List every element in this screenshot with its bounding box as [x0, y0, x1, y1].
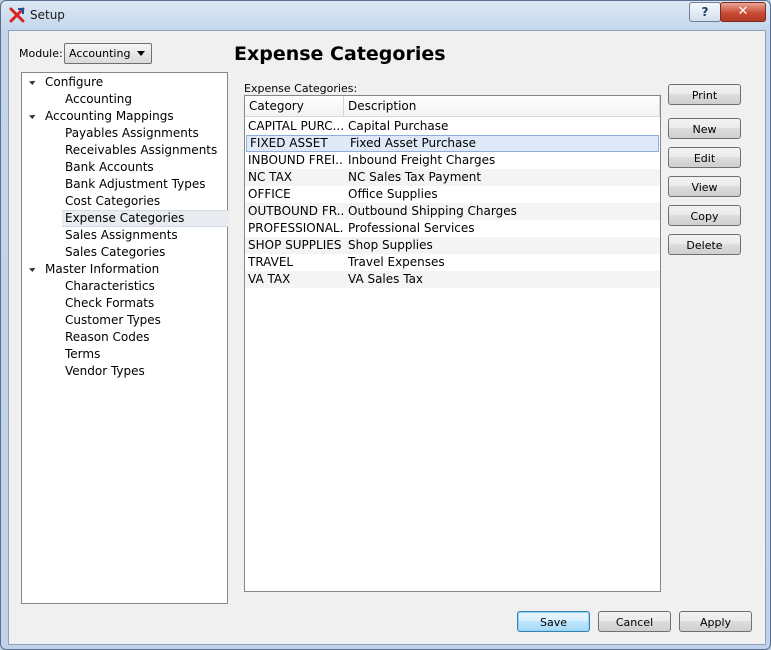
tree-item[interactable]: Sales Categories: [65, 244, 165, 261]
expand-arrow-icon[interactable]: [28, 264, 37, 273]
tree-item[interactable]: Payables Assignments: [65, 125, 199, 142]
category-cell: FIXED ASSET: [250, 136, 328, 150]
table-row[interactable]: NC TAX NC Sales Tax Payment: [245, 169, 660, 186]
table-row[interactable]: INBOUND FREI... Inbound Freight Charges: [245, 152, 660, 169]
table-row[interactable]: TRAVEL Travel Expenses: [245, 254, 660, 271]
cancel-button[interactable]: Cancel: [598, 611, 671, 632]
setup-tree[interactable]: Configure Accounting Accounting Mappings Pa…: [21, 72, 229, 604]
setup-window: Setup ? ✕ Module: Accounting Configure Ac…: [0, 0, 771, 650]
category-cell: INBOUND FREI...: [248, 153, 344, 167]
description-cell: VA Sales Tax: [348, 272, 424, 286]
category-cell: CAPITAL PURC...: [248, 119, 344, 133]
tree-item[interactable]: Bank Adjustment Types: [65, 176, 205, 193]
description-cell: Shop Supplies: [348, 238, 433, 252]
apply-button[interactable]: Apply: [679, 611, 752, 632]
description-cell: Outbound Shipping Charges: [348, 204, 517, 218]
tree-item[interactable]: Bank Accounts: [65, 159, 154, 176]
edit-button[interactable]: Edit: [668, 147, 741, 168]
help-button[interactable]: ?: [689, 2, 721, 22]
description-cell: Travel Expenses: [348, 255, 445, 269]
list-caption: Expense Categories:: [244, 82, 358, 95]
tree-group[interactable]: Master Information: [45, 261, 159, 278]
tree-item[interactable]: Check Formats: [65, 295, 154, 312]
description-cell: NC Sales Tax Payment: [348, 170, 482, 184]
category-cell: OUTBOUND FR...: [248, 204, 344, 218]
tree-item[interactable]: Characteristics: [65, 278, 155, 295]
expand-arrow-icon[interactable]: [28, 111, 37, 120]
table-row[interactable]: VA TAX VA Sales Tax: [245, 271, 660, 288]
copy-button[interactable]: Copy: [668, 205, 741, 226]
tree-item[interactable]: Sales Assignments: [65, 227, 178, 244]
new-button[interactable]: New: [668, 118, 741, 139]
print-button[interactable]: Print: [668, 84, 741, 105]
description-cell: Inbound Freight Charges: [348, 153, 496, 167]
column-header-category[interactable]: Category: [245, 96, 344, 117]
category-cell: SHOP SUPPLIES: [248, 238, 342, 252]
app-logo-icon: [9, 7, 25, 23]
module-select-value: Accounting: [69, 47, 131, 60]
close-button[interactable]: ✕: [720, 2, 766, 22]
tree-item[interactable]: Reason Codes: [65, 329, 150, 346]
column-header-description[interactable]: Description: [344, 96, 660, 117]
page-title: Expense Categories: [234, 43, 446, 65]
description-cell: Fixed Asset Purchase: [350, 136, 477, 150]
save-button[interactable]: Save: [517, 611, 590, 632]
tree-item[interactable]: Cost Categories: [65, 193, 160, 210]
expand-arrow-icon[interactable]: [28, 77, 37, 86]
title-bar[interactable]: Setup ? ✕: [1, 1, 770, 29]
table-row[interactable]: OFFICE Office Supplies: [245, 186, 660, 203]
category-cell: OFFICE: [248, 187, 291, 201]
tree-item[interactable]: Customer Types: [65, 312, 161, 329]
category-cell: VA TAX: [248, 272, 291, 286]
table-row[interactable]: PROFESSIONAL... Professional Services: [245, 220, 660, 237]
tree-item[interactable]: Terms: [65, 346, 100, 363]
category-cell: TRAVEL: [248, 255, 294, 269]
table-row[interactable]: OUTBOUND FR... Outbound Shipping Charges: [245, 203, 660, 220]
table-row[interactable]: CAPITAL PURC... Capital Purchase: [245, 118, 660, 135]
tree-item[interactable]: Vendor Types: [65, 363, 145, 380]
dialog-body: Module: Accounting Configure Accounting Ac…: [8, 30, 766, 645]
category-cell: NC TAX: [248, 170, 292, 184]
table-row[interactable]: FIXED ASSET Fixed Asset Purchase: [246, 135, 659, 152]
window-title: Setup: [30, 8, 65, 22]
expense-categories-table[interactable]: Category Description CAPITAL PURC... Capi…: [244, 95, 661, 592]
tree-group[interactable]: Configure: [45, 74, 103, 91]
module-select[interactable]: Accounting: [64, 43, 152, 64]
table-row[interactable]: SHOP SUPPLIES Shop Supplies: [245, 237, 660, 254]
tree-item[interactable]: Expense Categories: [62, 210, 229, 227]
chevron-down-icon: [137, 51, 145, 56]
category-cell: PROFESSIONAL...: [248, 221, 344, 235]
delete-button[interactable]: Delete: [668, 234, 741, 255]
view-button[interactable]: View: [668, 176, 741, 197]
module-label: Module:: [19, 47, 63, 60]
tree-group[interactable]: Accounting Mappings: [45, 108, 174, 125]
description-cell: Capital Purchase: [348, 119, 449, 133]
description-cell: Professional Services: [348, 221, 475, 235]
tree-item[interactable]: Accounting: [65, 91, 132, 108]
description-cell: Office Supplies: [348, 187, 438, 201]
tree-item[interactable]: Receivables Assignments: [65, 142, 217, 159]
